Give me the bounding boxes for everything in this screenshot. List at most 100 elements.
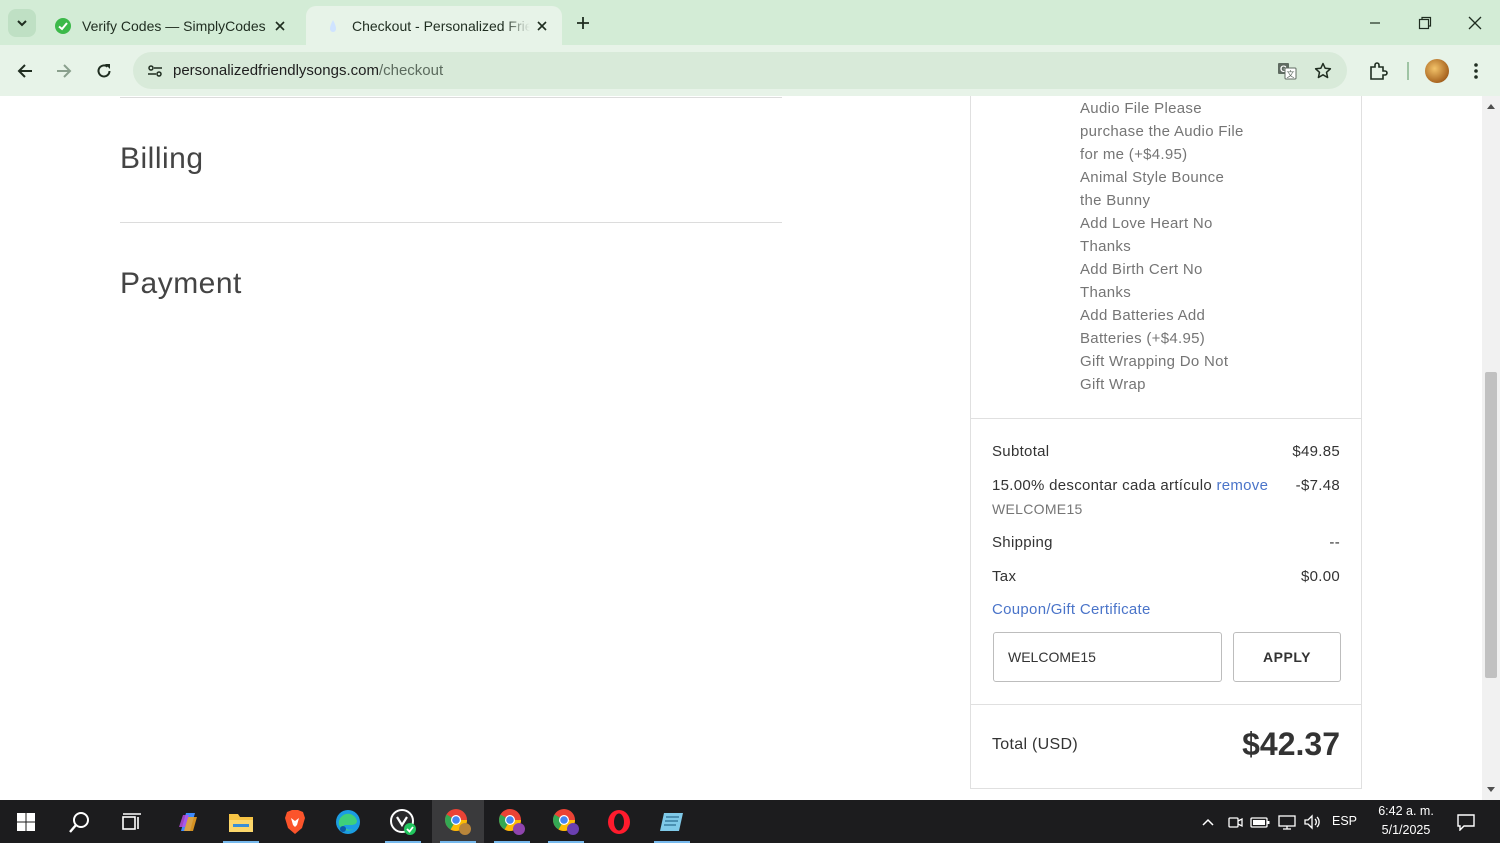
discount-description: 15.00% descontar cada artículo <box>992 477 1212 494</box>
edge-button[interactable] <box>322 800 374 843</box>
volume-icon[interactable] <box>1301 800 1325 843</box>
chevron-up-icon <box>1202 818 1214 826</box>
minimize-button[interactable] <box>1350 0 1400 45</box>
battery-icon[interactable] <box>1248 800 1272 843</box>
translate-icon[interactable]: G文 <box>1274 58 1300 84</box>
search-button[interactable] <box>54 800 106 843</box>
arrow-left-icon <box>17 64 32 78</box>
scroll-up-arrow-icon[interactable] <box>1482 98 1500 114</box>
clock-date: 5/1/2025 <box>1381 823 1431 837</box>
opera-button[interactable] <box>593 800 645 843</box>
scroll-down-arrow-icon[interactable] <box>1482 782 1500 798</box>
tab-title: Verify Codes — SimplyCodes <box>82 17 266 34</box>
shield-check-icon <box>390 808 416 835</box>
minimize-icon <box>1370 21 1380 24</box>
url-host: personalizedfriendlysongs.com <box>173 62 379 79</box>
notes-app-button[interactable] <box>646 800 698 843</box>
profile-button[interactable] <box>1421 55 1453 87</box>
subtotal-value: $49.85 <box>1292 443 1340 460</box>
notifications-button[interactable] <box>1452 800 1480 843</box>
total-label: Total (USD) <box>992 736 1078 753</box>
task-view-icon <box>122 812 141 830</box>
chrome-icon <box>445 808 471 835</box>
option-line: Batteries (+$4.95) <box>1080 330 1206 347</box>
forward-button[interactable] <box>48 55 80 87</box>
option-line: Audio File Please <box>1080 100 1202 117</box>
search-icon <box>69 811 89 833</box>
subtotal-label: Subtotal <box>992 443 1050 460</box>
site-info-icon[interactable] <box>141 57 169 85</box>
reload-button[interactable] <box>88 55 120 87</box>
coupon-code-input[interactable] <box>993 632 1222 682</box>
scrollbar-thumb[interactable] <box>1485 372 1497 678</box>
close-tab-icon[interactable] <box>268 14 292 38</box>
tax-label: Tax <box>992 568 1017 585</box>
tax-value: $0.00 <box>1300 568 1340 585</box>
close-tab-icon[interactable] <box>530 14 554 38</box>
arrow-right-icon <box>57 64 72 78</box>
network-icon[interactable] <box>1275 800 1299 843</box>
option-line: Add Birth Cert No <box>1080 261 1203 278</box>
total-value: $42.37 <box>1242 726 1340 762</box>
avatar <box>1425 59 1449 83</box>
tab-title: Checkout - Personalized Friendly Songs <box>352 17 530 34</box>
product-options: Audio File Please purchase the Audio File… <box>1080 97 1255 396</box>
copilot-icon <box>179 812 197 831</box>
toolbar-divider <box>1407 62 1409 80</box>
input-language[interactable]: ESP <box>1332 814 1357 828</box>
show-hidden-icons-button[interactable] <box>1196 800 1220 843</box>
meet-now-icon[interactable] <box>1224 800 1246 843</box>
option-line: Gift Wrap <box>1080 376 1146 393</box>
apply-coupon-button[interactable]: APPLY <box>1233 632 1341 682</box>
restore-button[interactable] <box>1400 0 1450 45</box>
url-path: /checkout <box>378 62 444 79</box>
restore-icon <box>1418 16 1432 29</box>
task-view-button[interactable] <box>106 800 158 843</box>
vpn-app-button[interactable] <box>377 800 429 843</box>
chrome-profile-2-button[interactable] <box>486 800 538 843</box>
tab-search-button[interactable] <box>8 9 36 37</box>
shipping-value: -- <box>1329 534 1340 551</box>
puzzle-icon <box>1370 62 1388 80</box>
copilot-button[interactable] <box>162 800 214 843</box>
file-explorer-button[interactable] <box>215 800 267 843</box>
page-scrollbar[interactable] <box>1482 96 1500 800</box>
reload-icon <box>97 64 111 78</box>
system-clock[interactable]: 6:42 a. m. 5/1/2025 <box>1366 802 1446 840</box>
coupon-gift-certificate-link[interactable]: Coupon/Gift Certificate <box>992 601 1151 618</box>
plus-icon <box>577 17 589 29</box>
start-button[interactable] <box>0 800 52 843</box>
tab-strip: Verify Codes — SimplyCodes Checkout - Pe… <box>0 0 1500 45</box>
option-line: Thanks <box>1080 284 1131 301</box>
tab-simplycodes[interactable]: Verify Codes — SimplyCodes <box>44 6 300 45</box>
more-vertical-icon <box>1474 63 1478 79</box>
bookmark-star-icon[interactable] <box>1310 58 1336 84</box>
billing-heading: Billing <box>120 142 204 175</box>
url-text[interactable]: personalizedfriendlysongs.com/checkout <box>173 62 443 79</box>
remove-discount-link[interactable]: remove <box>1216 477 1268 494</box>
close-window-button[interactable] <box>1450 0 1500 45</box>
order-summary: Audio File Please purchase the Audio File… <box>970 96 1362 789</box>
discount-code: WELCOME15 <box>992 501 1083 517</box>
clock-time: 6:42 a. m. <box>1378 804 1434 818</box>
back-button[interactable] <box>9 55 41 87</box>
brave-lion-icon <box>285 809 305 834</box>
tab-checkout[interactable]: Checkout - Personalized Friendly Songs <box>306 6 562 45</box>
option-line: Animal Style Bounce <box>1080 169 1225 186</box>
chrome-icon <box>553 808 579 835</box>
address-bar[interactable]: personalizedfriendlysongs.com/checkout G… <box>133 52 1347 89</box>
payment-heading: Payment <box>120 267 242 300</box>
chrome-profile-1-button[interactable] <box>432 800 484 843</box>
new-tab-button[interactable] <box>570 10 596 36</box>
song-favicon <box>324 17 342 35</box>
browser-menu-button[interactable] <box>1460 55 1492 87</box>
extensions-button[interactable] <box>1362 55 1394 87</box>
option-line: Thanks <box>1080 238 1131 255</box>
folder-icon <box>229 813 253 832</box>
chrome-icon <box>499 808 525 835</box>
brave-button[interactable] <box>269 800 321 843</box>
option-line: Add Batteries Add <box>1080 307 1206 324</box>
shipping-label: Shipping <box>992 534 1053 551</box>
option-line: for me (+$4.95) <box>1080 146 1188 163</box>
chrome-profile-3-button[interactable] <box>540 800 592 843</box>
